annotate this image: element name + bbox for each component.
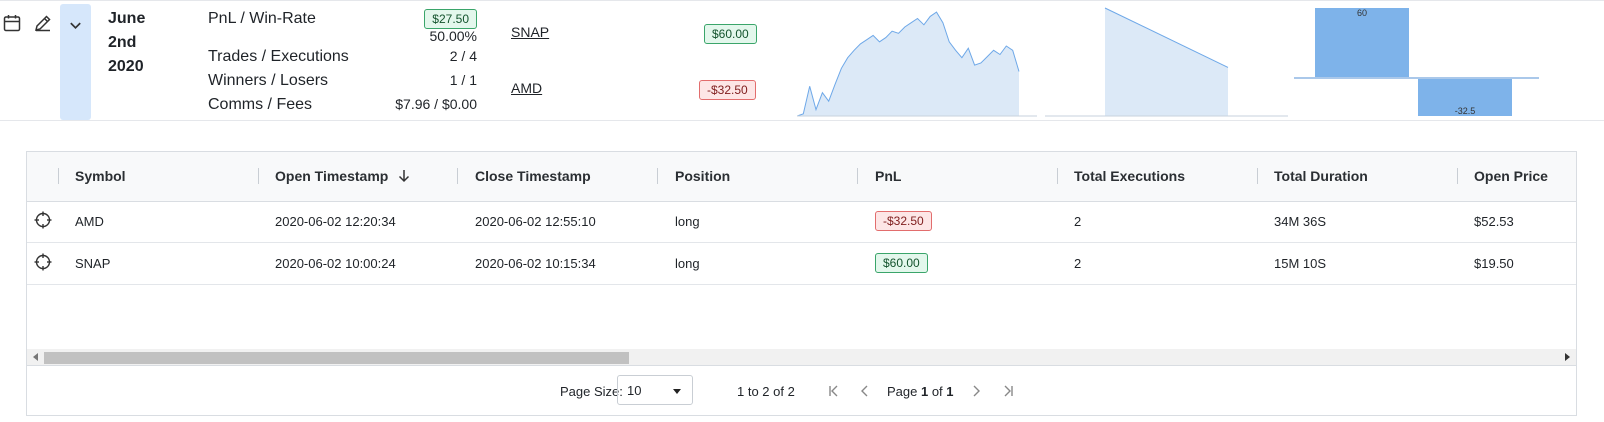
cell-open-timestamp: 2020-06-02 12:20:34 bbox=[275, 214, 396, 229]
horizontal-scrollbar[interactable] bbox=[27, 349, 1576, 365]
crosshair-icon[interactable] bbox=[34, 253, 52, 271]
column-header-pnl[interactable]: PnL bbox=[875, 168, 901, 184]
table-row[interactable]: SNAP 2020-06-02 10:00:24 2020-06-02 10:1… bbox=[27, 243, 1576, 285]
table-header: Symbol Open Timestamp Close Timestamp Po… bbox=[27, 152, 1576, 202]
column-header-label: Open Timestamp bbox=[275, 168, 389, 184]
column-separator bbox=[58, 168, 59, 184]
column-header-symbol[interactable]: Symbol bbox=[75, 168, 126, 184]
winners-value: 1 / 1 bbox=[449, 72, 477, 88]
date-day: 2nd bbox=[108, 34, 137, 51]
cell-pnl: -$32.50 bbox=[875, 211, 932, 231]
page-size-value: 10 bbox=[627, 383, 642, 398]
page-size-label: Page Size: bbox=[560, 384, 623, 399]
symbol-pnl-badge: -$32.50 bbox=[699, 80, 756, 100]
trades-value: 2 / 4 bbox=[449, 48, 477, 64]
cell-open-timestamp: 2020-06-02 10:00:24 bbox=[275, 256, 396, 271]
cell-close-timestamp: 2020-06-02 10:15:34 bbox=[475, 256, 596, 271]
cell-total-duration: 34M 36S bbox=[1274, 214, 1327, 229]
symbol-pnl-bar-chart: 60 -32.5 bbox=[1294, 8, 1539, 116]
chevron-down-icon bbox=[70, 22, 81, 30]
column-header-open-timestamp[interactable]: Open Timestamp bbox=[275, 168, 411, 184]
cell-position: long bbox=[675, 214, 700, 229]
pnl-value-badge: $27.50 bbox=[424, 9, 477, 29]
win-rate-value: 50.00% bbox=[429, 28, 477, 44]
pnl-badge: $60.00 bbox=[875, 253, 928, 273]
column-separator bbox=[1257, 168, 1258, 184]
area-fill bbox=[797, 12, 1019, 117]
area-fill bbox=[1105, 8, 1228, 116]
table-row[interactable]: AMD 2020-06-02 12:20:34 2020-06-02 12:55… bbox=[27, 201, 1576, 243]
expand-toggle-button[interactable] bbox=[60, 4, 91, 120]
comms-label: Comms / Fees bbox=[208, 96, 313, 113]
winners-label: Winners / Losers bbox=[208, 72, 329, 89]
day-date: June 2nd 2020 bbox=[108, 7, 145, 79]
cell-position: long bbox=[675, 256, 700, 271]
trades-grid: Symbol Open Timestamp Close Timestamp Po… bbox=[26, 151, 1577, 416]
edit-icon[interactable] bbox=[33, 13, 53, 33]
scrollbar-thumb[interactable] bbox=[44, 352, 629, 364]
trades-label: Trades / Executions bbox=[208, 48, 349, 65]
column-separator bbox=[1457, 168, 1458, 184]
cell-open-price: $52.53 bbox=[1474, 214, 1514, 229]
column-separator bbox=[1057, 168, 1058, 184]
page-total: 1 bbox=[946, 384, 954, 399]
bar-data-label: -32.5 bbox=[1455, 106, 1476, 116]
column-header-total-executions[interactable]: Total Executions bbox=[1074, 168, 1185, 184]
caret-down-icon bbox=[673, 389, 681, 394]
pnl-badge: -$32.50 bbox=[875, 211, 932, 231]
cell-pnl: $60.00 bbox=[875, 253, 928, 273]
intraday-pnl-chart bbox=[797, 11, 1037, 117]
day-summary-row: June 2nd 2020 PnL / Win-Rate $27.50 50.0… bbox=[0, 0, 1604, 121]
date-year: 2020 bbox=[108, 58, 144, 75]
last-page-icon[interactable] bbox=[1001, 384, 1015, 398]
cell-symbol: AMD bbox=[75, 214, 104, 229]
symbol-link-snap[interactable]: SNAP bbox=[511, 24, 549, 40]
symbol-pnl-amd: -$32.50 bbox=[699, 80, 756, 100]
column-separator bbox=[457, 168, 458, 184]
crosshair-icon[interactable] bbox=[34, 211, 52, 229]
cell-open-price: $19.50 bbox=[1474, 256, 1514, 271]
symbol-pnl-snap: $60.00 bbox=[704, 24, 757, 44]
pnl-label: PnL / Win-Rate bbox=[208, 10, 316, 27]
pagination-bar: Page Size: 10 1 to 2 of 2 Page 1 of 1 bbox=[27, 365, 1576, 417]
scroll-right-icon[interactable] bbox=[1562, 352, 1572, 362]
cell-close-timestamp: 2020-06-02 12:55:10 bbox=[475, 214, 596, 229]
column-header-close-timestamp[interactable]: Close Timestamp bbox=[475, 168, 591, 184]
next-page-icon[interactable] bbox=[969, 384, 983, 398]
cell-total-executions: 2 bbox=[1074, 214, 1082, 229]
page-size-select[interactable]: 10 bbox=[617, 375, 693, 405]
scroll-left-icon[interactable] bbox=[31, 352, 41, 362]
column-separator bbox=[258, 168, 259, 184]
symbol-pnl-badge: $60.00 bbox=[704, 24, 757, 44]
page-indicator: Page 1 of 1 bbox=[887, 384, 954, 399]
column-header-total-duration[interactable]: Total Duration bbox=[1274, 168, 1368, 184]
column-header-position[interactable]: Position bbox=[675, 168, 730, 184]
cell-total-duration: 15M 10S bbox=[1274, 256, 1327, 271]
page-of: of bbox=[928, 384, 947, 399]
comms-value: $7.96 / $0.00 bbox=[395, 96, 477, 112]
pnl-badge: $27.50 bbox=[424, 9, 477, 29]
row-range-text: 1 to 2 of 2 bbox=[737, 384, 795, 399]
page-prefix: Page bbox=[887, 384, 921, 399]
cumulative-chart bbox=[1045, 7, 1288, 117]
previous-page-icon[interactable] bbox=[858, 384, 872, 398]
column-separator bbox=[657, 168, 658, 184]
arrow-down-icon bbox=[399, 170, 410, 183]
column-header-open-price[interactable]: Open Price bbox=[1474, 168, 1548, 184]
bar-data-label: 60 bbox=[1357, 8, 1367, 18]
date-month: June bbox=[108, 10, 146, 27]
cell-total-executions: 2 bbox=[1074, 256, 1082, 271]
first-page-icon[interactable] bbox=[827, 384, 841, 398]
bar-snap bbox=[1315, 8, 1409, 79]
cell-symbol: SNAP bbox=[75, 256, 111, 271]
symbol-link-amd[interactable]: AMD bbox=[511, 80, 542, 96]
column-separator bbox=[857, 168, 858, 184]
calendar-icon[interactable] bbox=[2, 13, 22, 33]
